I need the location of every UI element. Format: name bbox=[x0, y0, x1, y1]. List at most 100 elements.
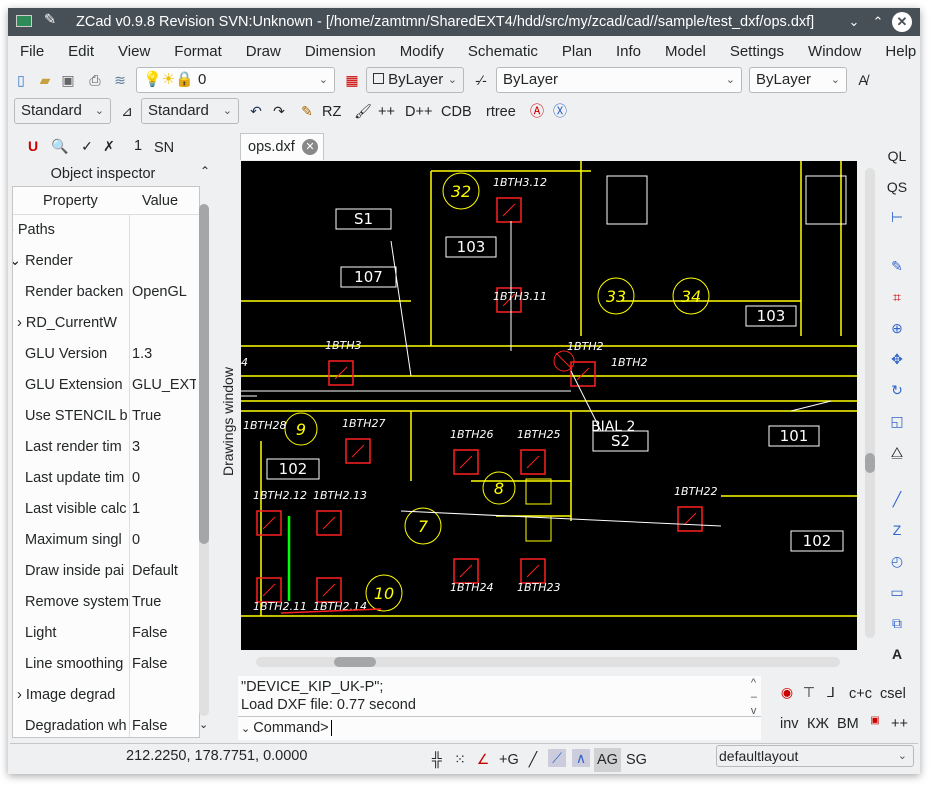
mirror-icon[interactable]: ⧋ bbox=[882, 439, 912, 465]
brush-icon[interactable]: 🖌 bbox=[354, 102, 372, 120]
menu-window[interactable]: Window bbox=[796, 43, 873, 60]
dim-style-select[interactable]: Standard ⌄ bbox=[141, 98, 239, 124]
property-value[interactable]: False bbox=[132, 618, 196, 649]
line-icon[interactable]: ╱ bbox=[882, 486, 912, 512]
table-row[interactable]: GLU Extension GLU_EXT bbox=[13, 370, 199, 401]
property-value[interactable]: GLU_EXT bbox=[132, 370, 196, 401]
table-row[interactable]: › RD_CurrentW bbox=[13, 308, 199, 339]
device-icon[interactable]: ◉ bbox=[778, 683, 796, 701]
zoom-text-icon[interactable]: 🔍 bbox=[51, 137, 69, 155]
text-x-icon[interactable]: Ⓧ bbox=[551, 102, 569, 120]
ortho-icon[interactable]: ∠ bbox=[474, 750, 492, 768]
property-value[interactable]: 0 bbox=[132, 463, 196, 494]
table-row[interactable]: › Image degrad bbox=[13, 680, 199, 711]
menu-format[interactable]: Format bbox=[162, 43, 234, 60]
plus-plus-button-2[interactable]: ++ bbox=[891, 714, 908, 734]
color-select[interactable]: ByLayer ⌄ bbox=[366, 67, 464, 93]
close-tab-icon[interactable]: ✕ bbox=[302, 139, 318, 155]
menu-help[interactable]: Help bbox=[873, 43, 928, 60]
tee-icon[interactable]: ⊤ bbox=[800, 683, 818, 701]
kzh-button[interactable]: КЖ bbox=[807, 714, 829, 734]
linetype-icon[interactable]: -⁄- bbox=[472, 71, 490, 89]
plus-g-button[interactable]: +G bbox=[499, 750, 519, 770]
property-value[interactable]: 1 bbox=[132, 494, 196, 525]
property-value[interactable]: 1.3 bbox=[132, 339, 196, 370]
color-palette-icon[interactable]: ▦ bbox=[343, 71, 361, 89]
polyline-icon[interactable]: Z bbox=[882, 517, 912, 543]
c-plus-c-button[interactable]: c+c bbox=[849, 684, 872, 704]
print-icon[interactable]: ⎙ bbox=[86, 71, 104, 89]
insert-block-icon[interactable]: ⧉ bbox=[882, 610, 912, 636]
save-icon[interactable]: ▣ bbox=[59, 71, 77, 89]
linetype-select[interactable]: ByLayer ⌄ bbox=[496, 67, 742, 93]
table-row[interactable]: Last visible calc 1 bbox=[13, 494, 199, 525]
snap-icon[interactable]: ✓ bbox=[78, 137, 96, 155]
menu-settings[interactable]: Settings bbox=[718, 43, 796, 60]
table-row[interactable]: Use STENCIL b True bbox=[13, 401, 199, 432]
property-value[interactable]: True bbox=[132, 401, 196, 432]
sg-button[interactable]: SG bbox=[626, 750, 647, 770]
plus-plus-button[interactable]: ++ bbox=[378, 102, 395, 122]
redo-icon[interactable]: ↷ bbox=[270, 102, 288, 120]
snap-off-icon[interactable]: ✗ bbox=[100, 137, 118, 155]
copy-icon[interactable]: ⊕ bbox=[882, 315, 912, 341]
close-button[interactable]: ✕ bbox=[892, 12, 912, 32]
menu-file[interactable]: File bbox=[8, 43, 56, 60]
property-value[interactable]: True bbox=[132, 587, 196, 618]
undo-icon[interactable]: ↶ bbox=[247, 102, 265, 120]
layers-icon[interactable]: ≋ bbox=[111, 71, 129, 89]
text-style-icon[interactable]: A̸ bbox=[854, 71, 872, 89]
menu-info[interactable]: Info bbox=[604, 43, 653, 60]
inspector-scrollbar[interactable] bbox=[199, 204, 209, 716]
leader-icon[interactable]: ⅃ bbox=[822, 683, 840, 701]
menu-plan[interactable]: Plan bbox=[550, 43, 604, 60]
table-row[interactable]: GLU Version 1.3 bbox=[13, 339, 199, 370]
command-input[interactable]: ⌄ Command> bbox=[241, 720, 332, 736]
tab-ops-dxf[interactable]: ops.dxf ✕ bbox=[240, 133, 324, 160]
trim-icon[interactable]: ⌗ bbox=[882, 284, 912, 310]
text-icon[interactable]: A bbox=[882, 641, 912, 667]
menu-chevron-icon[interactable]: ⌄ bbox=[844, 12, 864, 32]
scale-icon[interactable]: ◱ bbox=[882, 408, 912, 434]
text-style-select[interactable]: Standard ⌄ bbox=[14, 98, 111, 124]
osnap-icon[interactable]: ⟋ bbox=[548, 749, 566, 767]
magnet-icon[interactable]: U bbox=[24, 137, 42, 155]
grid-icon[interactable]: ╬ bbox=[428, 750, 446, 768]
rtree-button[interactable]: rtree bbox=[486, 102, 516, 122]
table-row[interactable]: Light False bbox=[13, 618, 199, 649]
rz-button[interactable]: RZ bbox=[322, 102, 341, 122]
table-row[interactable]: ⌄ Render bbox=[13, 246, 199, 277]
table-row[interactable]: Last update tim 0 bbox=[13, 463, 199, 494]
vm-button[interactable]: ВМ bbox=[837, 714, 859, 734]
menu-more-icon[interactable]: › bbox=[928, 43, 932, 60]
property-value[interactable]: False bbox=[132, 649, 196, 680]
property-value[interactable]: Default bbox=[132, 556, 196, 587]
property-value[interactable]: 3 bbox=[132, 432, 196, 463]
property-value[interactable]: False bbox=[132, 711, 196, 737]
table-row[interactable]: Maximum singl 0 bbox=[13, 525, 199, 556]
sn-button[interactable]: SN bbox=[154, 138, 174, 158]
menu-dimension[interactable]: Dimension bbox=[293, 43, 388, 60]
text-a-icon[interactable]: Ⓐ bbox=[528, 102, 546, 120]
history-scroll-icon[interactable]: ^ – v bbox=[751, 676, 757, 718]
dim-style-icon[interactable]: ⊿ bbox=[118, 102, 136, 120]
table-row[interactable]: Last render tim 3 bbox=[13, 432, 199, 463]
table-row[interactable]: Line smoothing False bbox=[13, 649, 199, 680]
menu-view[interactable]: View bbox=[106, 43, 162, 60]
drawing-canvas[interactable]: S1103107103S2 1011021023233 34987101BTH3.1… bbox=[241, 161, 857, 650]
menu-draw[interactable]: Draw bbox=[234, 43, 293, 60]
lineweight-toggle-icon[interactable]: ╱ bbox=[524, 750, 542, 768]
ag-button[interactable]: AG bbox=[594, 748, 621, 772]
menu-edit[interactable]: Edit bbox=[56, 43, 106, 60]
red-squares-icon[interactable]: ▣ bbox=[866, 712, 884, 730]
edit-icon[interactable]: ✎ bbox=[882, 253, 912, 279]
dot-grid-icon[interactable]: ⁙ bbox=[451, 750, 469, 768]
layer-select[interactable]: 💡☀🔒 0 ⌄ bbox=[136, 67, 335, 93]
menu-modify[interactable]: Modify bbox=[388, 43, 456, 60]
rotate-icon[interactable]: ↻ bbox=[882, 377, 912, 403]
polar-icon[interactable]: ∧ bbox=[572, 749, 590, 767]
horizontal-scrollbar[interactable] bbox=[256, 657, 840, 667]
move-icon[interactable]: ✥ bbox=[882, 346, 912, 372]
circle-icon[interactable]: ◴ bbox=[882, 548, 912, 574]
pencil-icon[interactable]: ✎ bbox=[298, 102, 316, 120]
